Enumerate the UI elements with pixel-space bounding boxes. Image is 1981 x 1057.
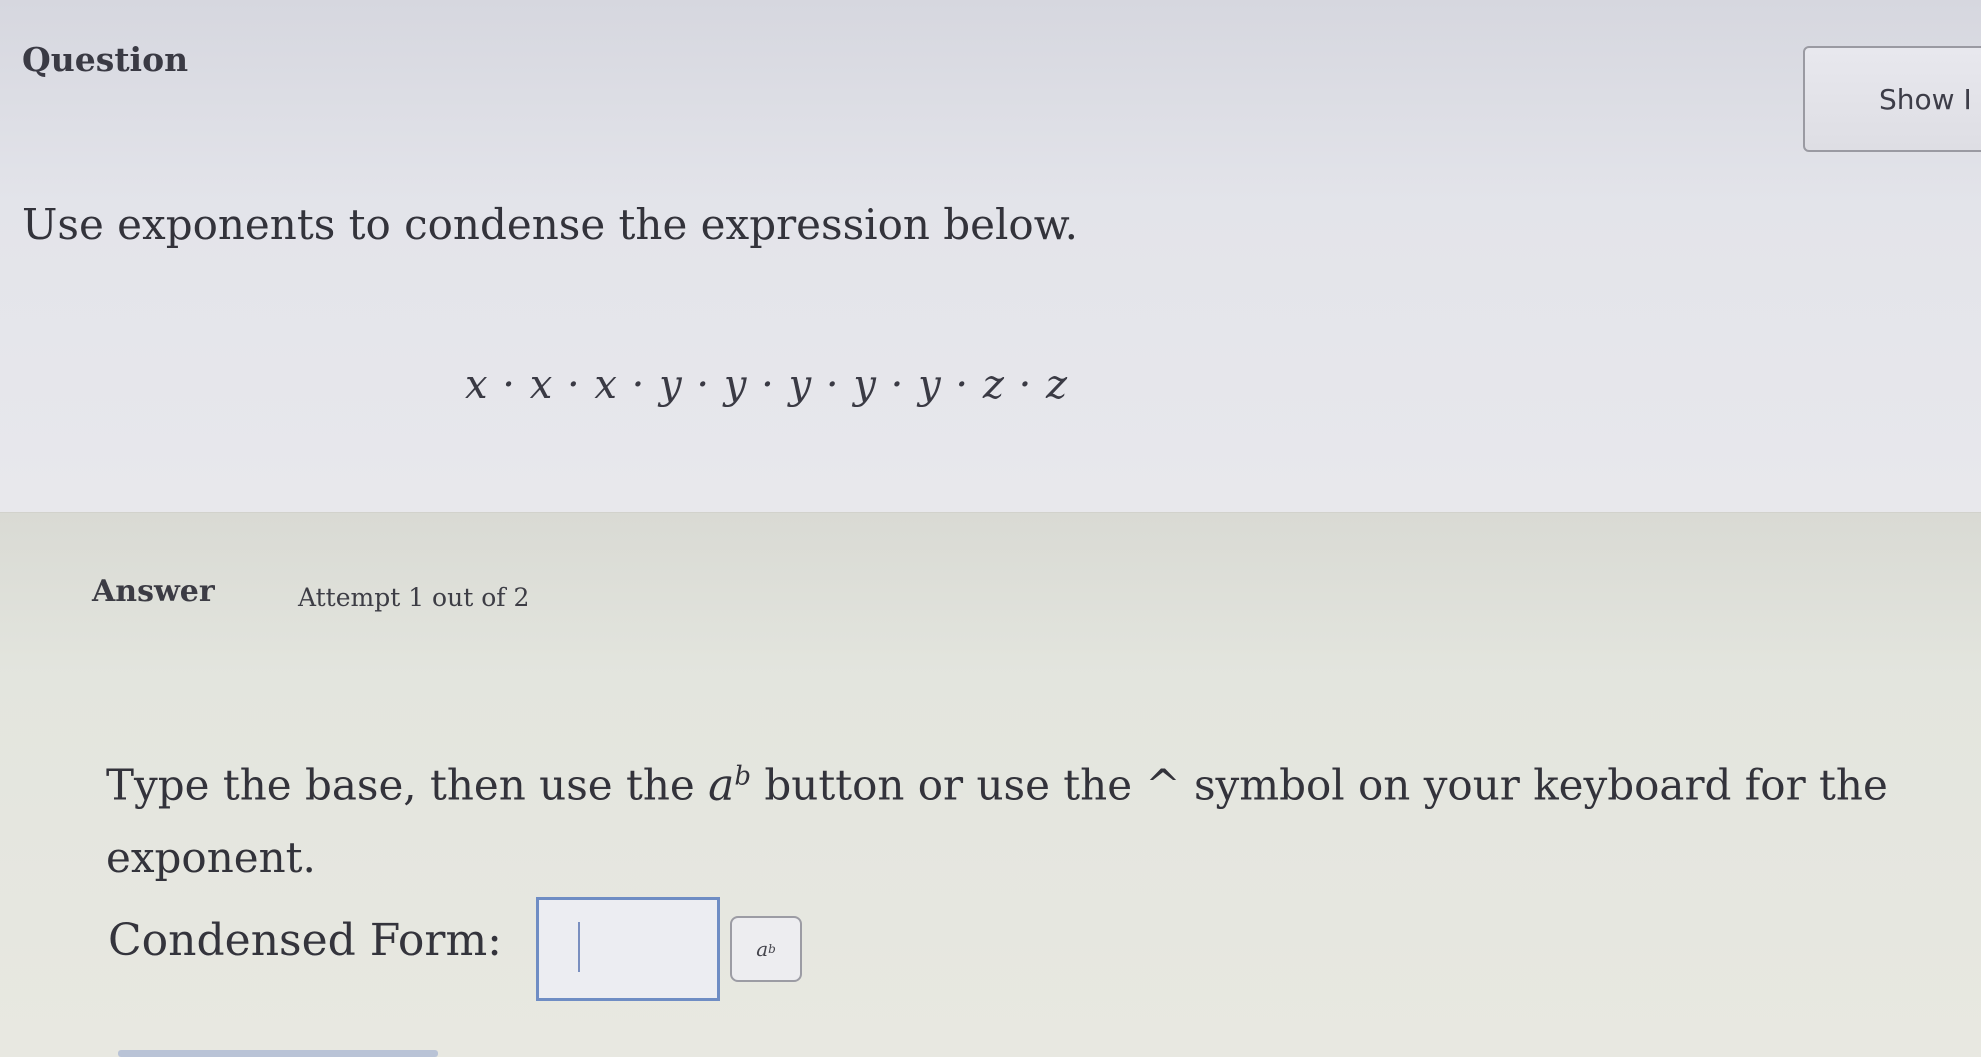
submit-button-edge[interactable]	[118, 1050, 438, 1057]
exponent-button-exp: b	[768, 942, 776, 956]
text-caret	[578, 922, 580, 972]
question-heading: Question	[22, 40, 189, 79]
instruction-base: a	[708, 759, 735, 811]
answer-instructions: Type the base, then use the ab button or…	[106, 740, 1966, 894]
question-prompt: Use exponents to condense the expression…	[22, 200, 1079, 249]
instruction-exponent: b	[734, 761, 752, 791]
condensed-form-input[interactable]	[536, 897, 720, 1001]
answer-heading: Answer	[92, 574, 215, 609]
condensed-form-label: Condensed Form:	[108, 915, 503, 966]
instruction-exponent-symbol: ab	[708, 760, 751, 811]
attempt-counter: Attempt 1 out of 2	[298, 583, 530, 612]
math-expression: x · x · x · y · y · y · y · y · z · z	[465, 362, 1069, 408]
exponent-button[interactable]: ab	[730, 916, 802, 982]
question-panel: Question Show I Use exponents to condens…	[0, 0, 1981, 512]
show-examples-button[interactable]: Show I	[1803, 46, 1981, 152]
exponent-button-base: a	[756, 937, 769, 961]
instruction-text-start: Type the base, then use the	[106, 760, 709, 810]
